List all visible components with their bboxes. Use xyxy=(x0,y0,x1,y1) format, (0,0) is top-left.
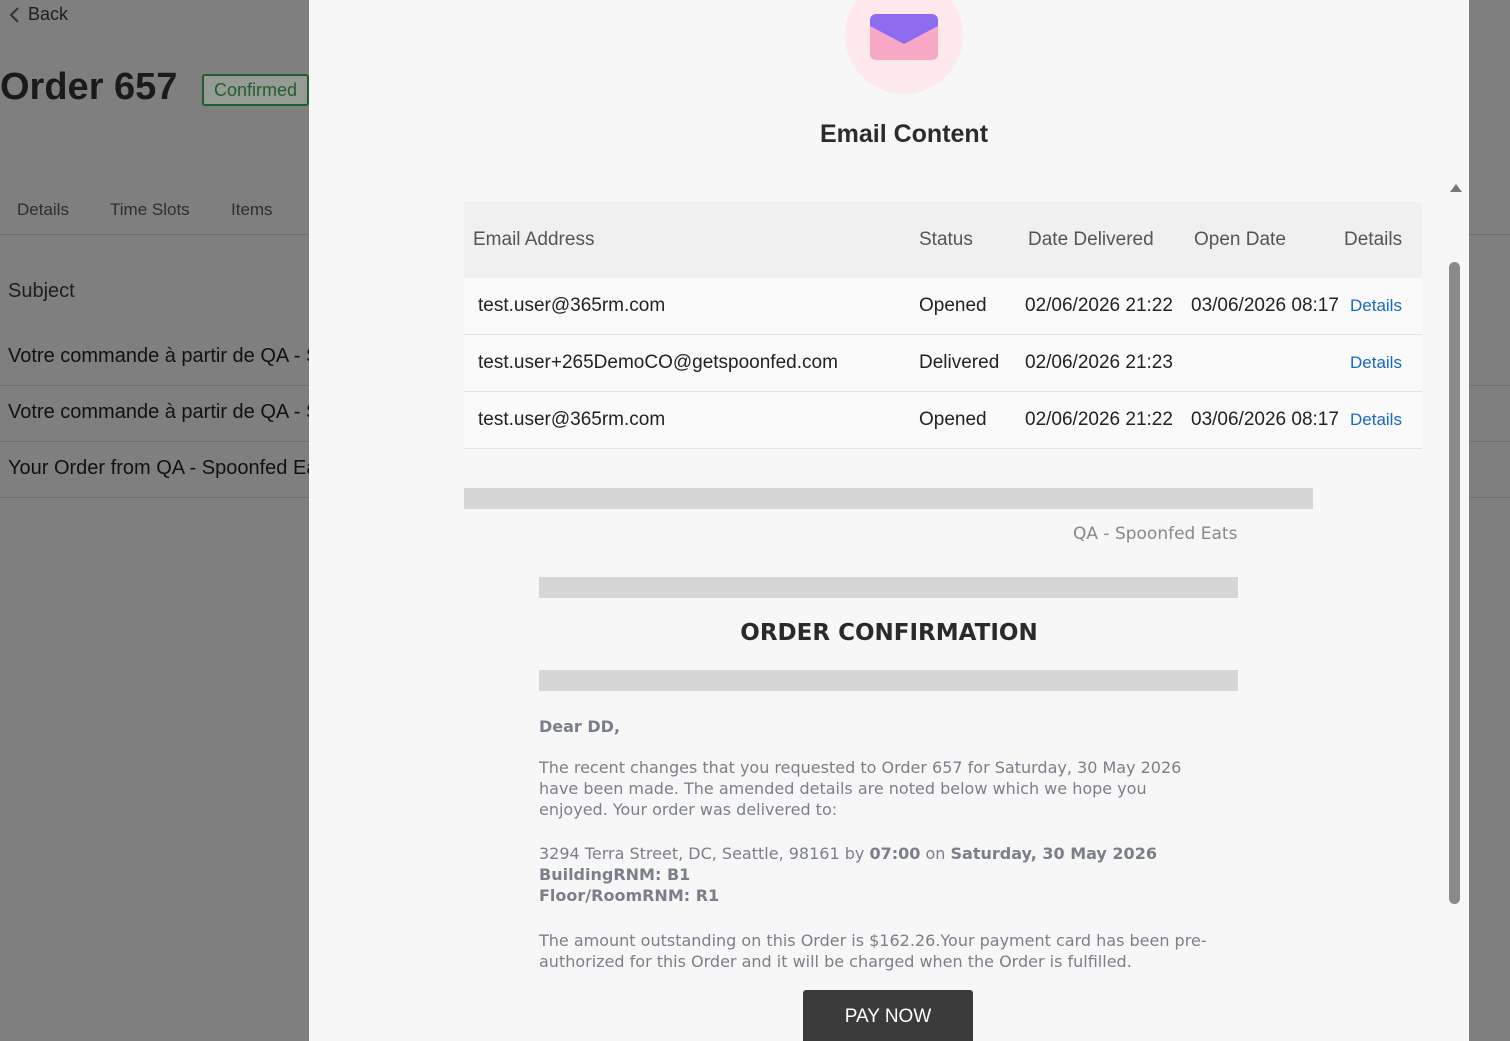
list-item[interactable]: Votre commande à partir de QA - S xyxy=(8,401,319,424)
open-date-cell xyxy=(1185,334,1342,392)
order-title: Order 657 xyxy=(0,66,178,108)
details-link[interactable]: Details xyxy=(1350,353,1402,372)
column-header-open-date: Open Date xyxy=(1194,229,1286,250)
status-cell: Delivered xyxy=(910,334,1019,392)
table-row: test.user+265DemoCO@getspoonfed.com Deli… xyxy=(464,334,1422,392)
scroll-up-arrow-icon[interactable] xyxy=(1450,184,1462,192)
details-link[interactable]: Details xyxy=(1350,410,1402,429)
envelope-badge xyxy=(845,0,963,94)
email-divider-bottom xyxy=(539,670,1238,691)
delivery-address: 3294 Terra Street, DC, Seattle, 98161 xyxy=(539,844,840,863)
table-row: test.user@365rm.com Opened 02/06/2026 21… xyxy=(464,391,1422,449)
subject-header: Subject xyxy=(8,280,75,302)
tab-items[interactable]: Items xyxy=(231,200,273,220)
email-header-bar xyxy=(464,488,1313,509)
delivery-line: 3294 Terra Street, DC, Seattle, 98161 by… xyxy=(539,843,1219,864)
floor-line: Floor/RoomRNM: R1 xyxy=(539,886,720,905)
delivery-date: Saturday, 30 May 2026 xyxy=(950,844,1157,863)
envelope-icon xyxy=(870,14,938,60)
by-word: by xyxy=(844,844,865,863)
column-header-details: Details xyxy=(1344,229,1403,250)
email-address-cell: test.user@365rm.com xyxy=(464,391,910,449)
building-line: BuildingRNM: B1 xyxy=(539,865,691,884)
column-header-status: Status xyxy=(919,229,973,250)
email-divider-top xyxy=(539,577,1238,598)
status-cell: Opened xyxy=(910,391,1019,449)
delivery-time: 07:00 xyxy=(869,844,921,863)
modal-title: Email Content xyxy=(819,120,989,148)
column-header-email: Email Address xyxy=(473,229,595,250)
email-brand-name: QA - Spoonfed Eats xyxy=(1073,524,1238,544)
open-date-cell: 03/06/2026 08:17 xyxy=(1185,278,1342,335)
email-address-cell: test.user@365rm.com xyxy=(464,278,910,335)
email-paragraph-changes: The recent changes that you requested to… xyxy=(539,758,1182,819)
back-link[interactable]: Back xyxy=(8,4,68,25)
open-date-cell: 03/06/2026 08:17 xyxy=(1185,391,1342,449)
column-header-date-delivered: Date Delivered xyxy=(1028,229,1154,250)
table-header-row: Email Address Status Date Delivered Open… xyxy=(464,202,1422,278)
tab-time-slots[interactable]: Time Slots xyxy=(110,200,190,220)
tab-details[interactable]: Details xyxy=(17,200,69,220)
date-delivered-cell: 02/06/2026 21:22 xyxy=(1019,391,1185,449)
back-label: Back xyxy=(28,4,69,24)
email-content-modal: Email Content Email Address Status Date … xyxy=(309,0,1469,1041)
chevron-left-icon xyxy=(9,6,19,23)
scrollbar-thumb[interactable] xyxy=(1449,262,1460,904)
details-link[interactable]: Details xyxy=(1350,296,1402,315)
email-status-table: Email Address Status Date Delivered Open… xyxy=(464,202,1422,449)
email-paragraph-payment: The amount outstanding on this Order is … xyxy=(539,931,1207,971)
email-delivery-details: 3294 Terra Street, DC, Seattle, 98161 by… xyxy=(539,843,1219,906)
on-word: on xyxy=(925,844,946,863)
list-item[interactable]: Votre commande à partir de QA - S xyxy=(8,345,319,368)
list-item[interactable]: Your Order from QA - Spoonfed Ea xyxy=(8,457,317,480)
status-cell: Opened xyxy=(910,278,1019,335)
date-delivered-cell: 02/06/2026 21:22 xyxy=(1019,278,1185,335)
table-row: test.user@365rm.com Opened 02/06/2026 21… xyxy=(464,278,1422,335)
status-badge: Confirmed xyxy=(202,74,310,106)
order-confirmation-heading: ORDER CONFIRMATION xyxy=(740,620,1038,646)
email-greeting: Dear DD, xyxy=(539,717,621,736)
email-address-cell: test.user+265DemoCO@getspoonfed.com xyxy=(464,334,910,392)
date-delivered-cell: 02/06/2026 21:23 xyxy=(1019,334,1185,392)
pay-now-button[interactable]: PAY NOW xyxy=(803,990,973,1041)
